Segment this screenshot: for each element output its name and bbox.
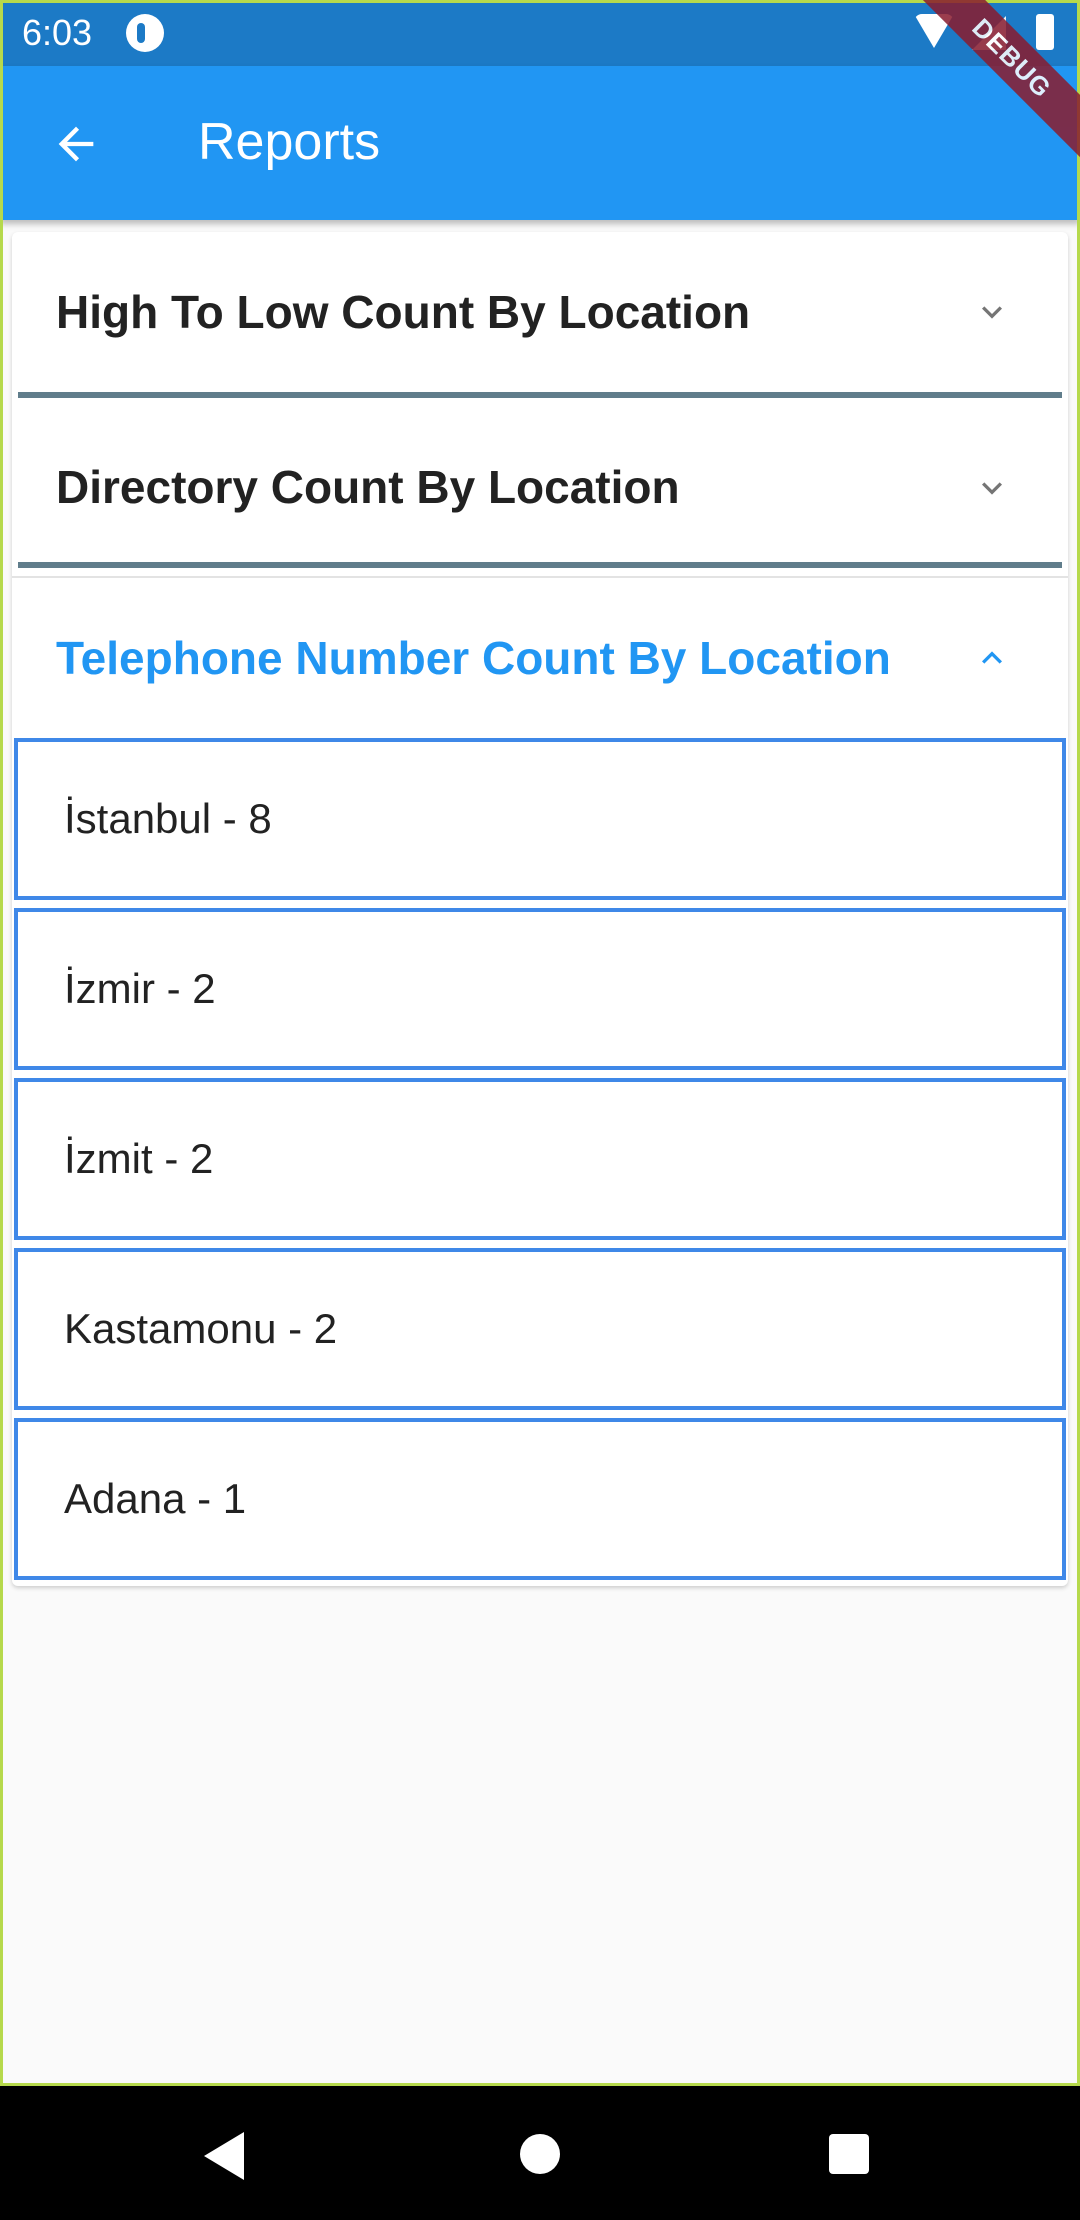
list-item[interactable]: İzmir - 2: [14, 908, 1066, 1070]
expansion-panel-list: High To Low Count By Location Directory …: [12, 232, 1068, 1586]
panel-title: Telephone Number Count By Location: [56, 632, 891, 684]
panel-header-directory-count[interactable]: Directory Count By Location: [12, 412, 1068, 562]
arrow-back-icon: [58, 126, 94, 162]
nav-back-icon[interactable]: [204, 2132, 244, 2180]
panel-high-to-low: High To Low Count By Location: [12, 232, 1068, 398]
chevron-up-icon[interactable]: [972, 638, 1012, 678]
location-list: İstanbul - 8 İzmir - 2 İzmit - 2 Kastamo…: [12, 738, 1068, 1586]
battery-icon: [1036, 14, 1054, 50]
status-time: 6:03: [22, 12, 93, 53]
navigation-bar: [0, 2086, 1080, 2220]
app-bar: Reports: [0, 66, 1080, 220]
status-bar: 6:03: [0, 0, 1080, 66]
panel-header-high-to-low[interactable]: High To Low Count By Location: [12, 232, 1068, 392]
app-notification-icon: [126, 14, 164, 52]
panel-title: Directory Count By Location: [56, 461, 680, 513]
screen: 6:03 Reports DEBUG High To Low Count By …: [0, 0, 1080, 2220]
nav-home-icon[interactable]: [520, 2134, 560, 2174]
chevron-down-icon[interactable]: [972, 468, 1012, 508]
panel-divider: [18, 562, 1062, 568]
chevron-down-icon[interactable]: [972, 292, 1012, 332]
page-title: Reports: [198, 113, 381, 171]
list-item[interactable]: İzmit - 2: [14, 1078, 1066, 1240]
panel-title: High To Low Count By Location: [56, 286, 751, 338]
back-button[interactable]: [38, 106, 114, 182]
list-item[interactable]: Adana - 1: [14, 1418, 1066, 1580]
list-item[interactable]: Kastamonu - 2: [14, 1248, 1066, 1410]
panel-telephone-count: Telephone Number Count By Location İstan…: [12, 578, 1068, 1586]
list-item[interactable]: İstanbul - 8: [14, 738, 1066, 900]
panel-header-telephone-count[interactable]: Telephone Number Count By Location: [12, 578, 1068, 738]
nav-recents-icon[interactable]: [829, 2134, 869, 2174]
panel-directory-count: Directory Count By Location: [12, 412, 1068, 578]
